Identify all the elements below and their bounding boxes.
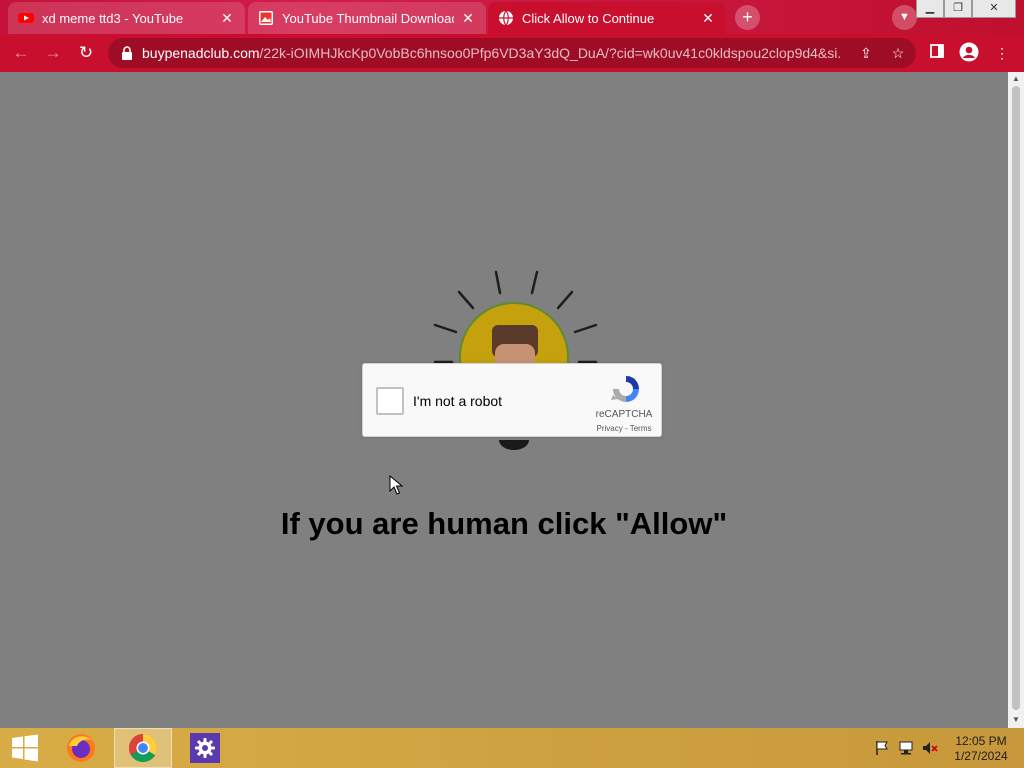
kebab-menu-icon: ⋮: [995, 45, 1009, 61]
minimize-button[interactable]: ▁: [916, 0, 944, 18]
windows-logo-icon: [12, 734, 38, 762]
taskbar-settings[interactable]: [176, 728, 234, 768]
close-tab-icon[interactable]: ✕: [460, 10, 476, 27]
scrollbar-thumb[interactable]: [1012, 86, 1020, 710]
tab-title: YouTube Thumbnail Downloader: [282, 10, 454, 26]
menu-button[interactable]: ⋮: [991, 42, 1013, 64]
star-icon: ☆: [891, 45, 905, 61]
restore-button[interactable]: ❐: [944, 0, 972, 18]
plus-icon: +: [742, 7, 753, 27]
page-viewport: I'm not a robot reCAPTCHA Privacy - Term…: [0, 72, 1008, 728]
window-controls: ▁ ❐ ✕: [916, 0, 1016, 18]
bookmark-button[interactable]: ☆: [887, 42, 909, 64]
flag-icon[interactable]: [874, 740, 890, 756]
profile-button[interactable]: [958, 42, 980, 64]
vertical-scrollbar[interactable]: ▲ ▼: [1008, 72, 1024, 728]
clock-date: 1/27/2024: [954, 749, 1008, 763]
clock-time: 12:05 PM: [955, 734, 1007, 748]
forward-button[interactable]: →: [41, 41, 65, 65]
recaptcha-widget: I'm not a robot reCAPTCHA Privacy - Term…: [362, 363, 662, 437]
privacy-terms-links[interactable]: Privacy - Terms: [589, 424, 659, 433]
lock-icon: [122, 46, 132, 60]
browser-toolbar: ← → ↻ buypenadclub.com/22k-iOIMHJkcKp0Vo…: [0, 34, 1024, 72]
reload-icon: ↻: [78, 43, 94, 62]
tab-thumbnail-downloader[interactable]: YouTube Thumbnail Downloader ✕: [248, 2, 486, 34]
firefox-icon: [67, 734, 95, 762]
youtube-icon: [18, 13, 34, 23]
start-button[interactable]: [0, 728, 50, 768]
settings-tile: [190, 733, 220, 763]
tab-search-button[interactable]: ▼: [892, 5, 917, 30]
chevron-down-icon: ▼: [899, 11, 910, 23]
arrow-left-icon: ←: [12, 43, 30, 62]
chrome-icon: [129, 734, 157, 762]
minimize-icon: ▁: [925, 2, 935, 14]
share-button[interactable]: ⇪: [855, 42, 877, 64]
page-headline: If you are human click "Allow": [280, 506, 728, 541]
reload-button[interactable]: ↻: [74, 41, 98, 65]
gear-icon: [195, 738, 215, 758]
volume-muted-icon[interactable]: [922, 740, 938, 756]
avatar-icon: [959, 42, 979, 62]
url-text: buypenadclub.com/22k-iOIMHJkcKp0VobBc6hn…: [142, 45, 842, 61]
network-icon[interactable]: [898, 740, 914, 756]
close-tab-icon[interactable]: ✕: [700, 10, 716, 27]
windows-taskbar: 12:05 PM 1/27/2024: [0, 728, 1024, 768]
side-panel-icon: [930, 44, 944, 58]
tab-strip: xd meme ttd3 - YouTube ✕ YouTube Thumbna…: [0, 0, 1024, 34]
close-icon: ✕: [989, 2, 999, 14]
tab-title: xd meme ttd3 - YouTube: [42, 10, 184, 26]
recaptcha-brand: reCAPTCHA: [595, 409, 653, 420]
scroll-down-icon[interactable]: ▼: [1008, 714, 1024, 726]
taskbar-chrome[interactable]: [114, 728, 172, 768]
close-tab-icon[interactable]: ✕: [219, 10, 235, 27]
image-icon: [259, 11, 273, 25]
side-panel-button[interactable]: [926, 42, 948, 64]
share-icon: ⇪: [860, 45, 872, 61]
tab-title: Click Allow to Continue: [522, 10, 655, 26]
url-path: /22k-iOIMHJkcKp0VobBc6hnsoo0Pfp6VD3aY3dQ…: [259, 45, 842, 61]
arrow-right-icon: →: [44, 43, 62, 62]
not-a-robot-checkbox[interactable]: [376, 387, 404, 415]
taskbar-firefox[interactable]: [52, 728, 110, 768]
address-bar[interactable]: buypenadclub.com/22k-iOIMHJkcKp0VobBc6hn…: [108, 38, 916, 68]
scroll-up-icon[interactable]: ▲: [1008, 73, 1024, 85]
tab-click-allow[interactable]: Click Allow to Continue ✕: [488, 2, 726, 34]
new-tab-button[interactable]: +: [735, 5, 760, 30]
taskbar-clock[interactable]: 12:05 PM 1/27/2024: [950, 734, 1012, 764]
recaptcha-logo-icon: [611, 376, 639, 402]
globe-icon: [499, 10, 513, 26]
close-window-button[interactable]: ✕: [972, 0, 1016, 18]
checkbox-label: I'm not a robot: [413, 393, 503, 409]
mouse-cursor-icon: [389, 475, 403, 495]
restore-icon: ❐: [953, 2, 963, 14]
back-button[interactable]: ←: [9, 41, 33, 65]
url-host: buypenadclub.com: [142, 45, 260, 61]
tab-youtube[interactable]: xd meme ttd3 - YouTube ✕: [8, 2, 245, 34]
